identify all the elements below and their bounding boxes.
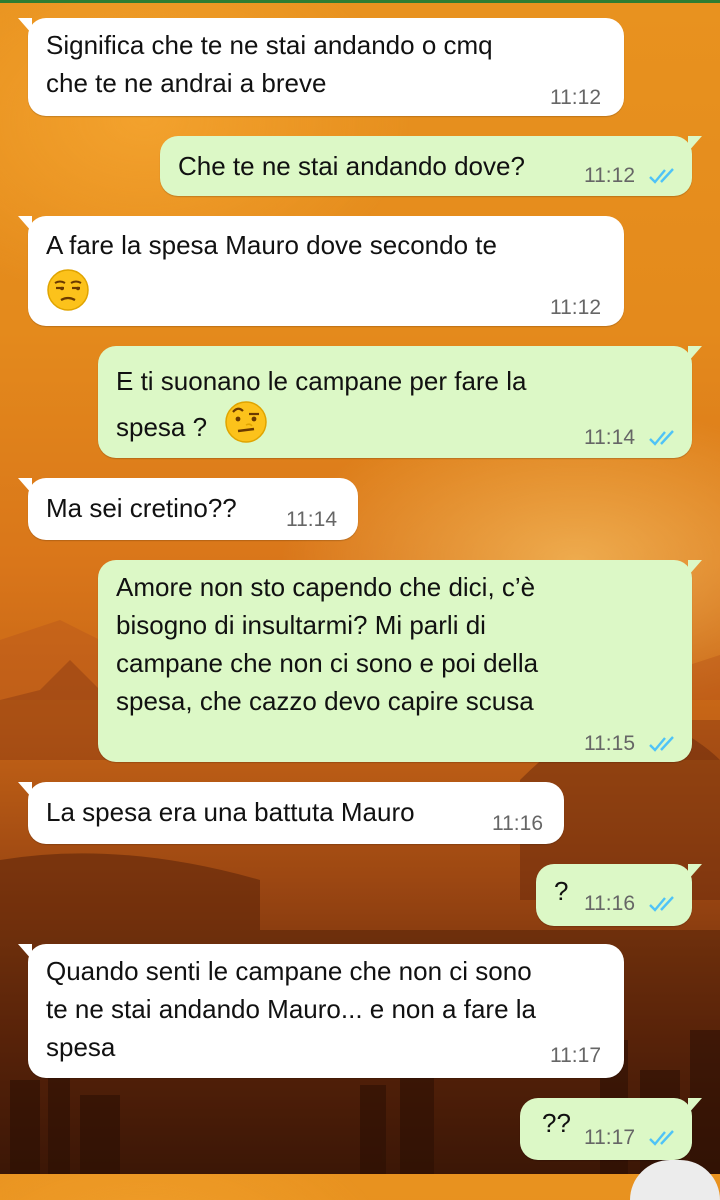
read-receipt-icon [649, 168, 674, 184]
message-bubble-outgoing[interactable]: Che te ne stai andando dove? 11:12 [160, 136, 702, 196]
message-timestamp: 11:14 [286, 508, 337, 531]
message-bubble-outgoing[interactable]: E ti suonano le campane per fare la spes… [98, 346, 702, 458]
read-receipt-icon [649, 896, 674, 912]
message-bubble-outgoing[interactable]: Amore non sto capendo che dici, c’è biso… [98, 560, 702, 762]
message-timestamp: 11:17 [584, 1126, 635, 1149]
message-timestamp: 11:16 [584, 892, 635, 915]
message-bubble-incoming[interactable]: Ma sei cretino?? 11:14 [18, 478, 358, 540]
raised-eyebrow-face-icon [225, 401, 267, 443]
message-text: Significa che te ne stai andando o cmq c… [46, 30, 493, 98]
message-text: Amore non sto capendo che dici, c’è biso… [116, 572, 539, 716]
message-timestamp: 11:16 [492, 812, 543, 835]
read-receipt-icon [649, 736, 674, 752]
message-text: ? [554, 876, 569, 906]
message-bubble-outgoing[interactable]: ?? 11:17 [520, 1098, 702, 1160]
message-bubble-incoming[interactable]: Significa che te ne stai andando o cmq c… [18, 18, 624, 116]
message-text: Ma sei cretino?? [46, 493, 237, 523]
message-bubble-incoming[interactable]: Quando senti le campane che non ci sono … [18, 944, 624, 1078]
message-text: La spesa era una battuta Mauro [46, 797, 415, 827]
message-text: A fare la spesa Mauro dove secondo te [46, 230, 497, 260]
message-bubble-incoming[interactable]: La spesa era una battuta Mauro 11:16 [18, 782, 564, 844]
unamused-face-icon [47, 269, 89, 311]
message-timestamp: 11:12 [550, 296, 601, 319]
message-text: Quando senti le campane che non ci sono … [46, 956, 537, 1062]
read-receipt-icon [649, 430, 674, 446]
message-timestamp: 11:14 [584, 426, 635, 449]
message-text: ?? [542, 1108, 571, 1138]
message-bubble-outgoing[interactable]: ? 11:16 [536, 864, 702, 926]
message-text: E ti suonano le campane per fare la spes… [116, 366, 527, 442]
message-bubble-incoming[interactable]: A fare la spesa Mauro dove secondo te 11… [18, 216, 624, 326]
message-timestamp: 11:12 [550, 86, 601, 109]
message-text: Che te ne stai andando dove? [178, 151, 525, 181]
message-timestamp: 11:12 [584, 164, 635, 187]
message-timestamp: 11:17 [550, 1044, 601, 1067]
read-receipt-icon [649, 1130, 674, 1146]
message-timestamp: 11:15 [584, 732, 635, 755]
